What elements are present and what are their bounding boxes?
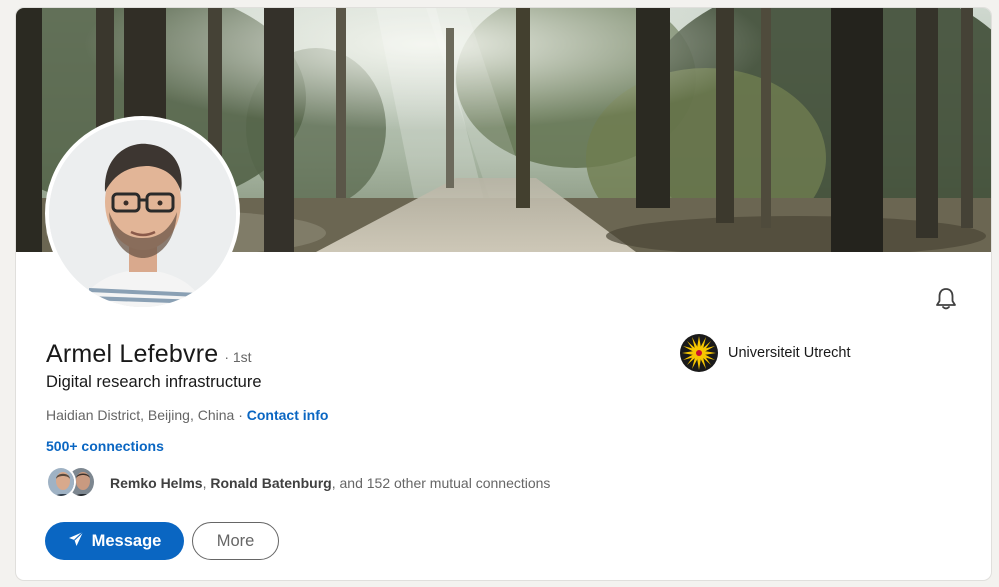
mutual-connections-text: Remko Helms, Ronald Batenburg, and 152 o… bbox=[110, 475, 551, 491]
name-row: Armel Lefebvre · 1st bbox=[46, 340, 252, 369]
mutual-name-2: Ronald Batenburg bbox=[210, 475, 332, 491]
mutual-connections[interactable]: Remko Helms, Ronald Batenburg, and 152 o… bbox=[46, 466, 550, 500]
location-row: Haidian District, Beijing, China · Conta… bbox=[46, 407, 328, 423]
connections-link[interactable]: 500+ connections bbox=[46, 438, 164, 454]
bell-icon bbox=[935, 287, 957, 316]
message-button-label: Message bbox=[91, 531, 162, 550]
location-separator: · bbox=[234, 407, 247, 423]
notification-bell-button[interactable] bbox=[930, 285, 962, 317]
mutual-avatars bbox=[46, 466, 102, 500]
profile-location: Haidian District, Beijing, China bbox=[46, 407, 235, 423]
mutual-rest: , and 152 other mutual connections bbox=[331, 475, 551, 491]
more-button-label: More bbox=[216, 531, 255, 550]
paper-plane-icon bbox=[68, 531, 92, 552]
university-logo-icon bbox=[680, 334, 718, 372]
message-button[interactable]: Message bbox=[45, 522, 184, 560]
profile-card: Armel Lefebvre · 1st Digital research in… bbox=[16, 8, 991, 580]
education-university[interactable]: Universiteit Utrecht bbox=[680, 334, 850, 372]
mutual-avatar-1 bbox=[46, 466, 76, 498]
connection-degree: · 1st bbox=[224, 349, 252, 365]
mutual-name-1: Remko Helms bbox=[110, 475, 203, 491]
profile-headline: Digital research infrastructure bbox=[46, 373, 262, 391]
profile-avatar[interactable] bbox=[45, 116, 240, 311]
university-name: Universiteit Utrecht bbox=[728, 345, 851, 361]
contact-info-link[interactable]: Contact info bbox=[247, 407, 329, 423]
profile-name: Armel Lefebvre bbox=[46, 340, 219, 368]
more-button[interactable]: More bbox=[192, 522, 279, 560]
